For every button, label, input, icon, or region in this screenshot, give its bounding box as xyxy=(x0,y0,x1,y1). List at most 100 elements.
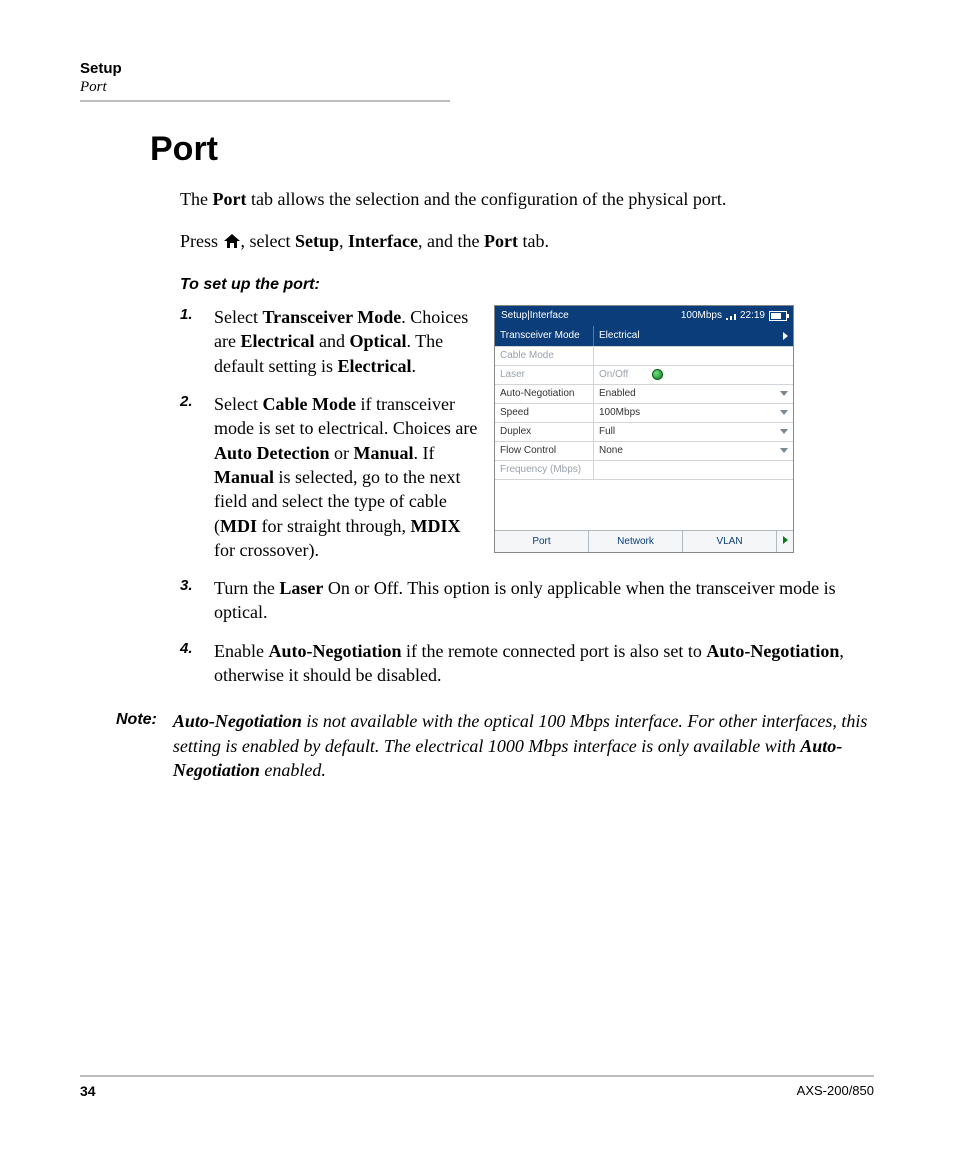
tab-vlan[interactable]: VLAN xyxy=(683,531,777,553)
spacer xyxy=(495,480,793,530)
status-area: 100Mbps 22:19 xyxy=(681,309,787,323)
text: for straight through, xyxy=(257,516,410,536)
row-frequency: Frequency (Mbps) xyxy=(495,461,793,480)
field-value xyxy=(593,461,793,479)
field-label: Transceiver Mode xyxy=(495,326,593,346)
row-speed[interactable]: Speed 100Mbps xyxy=(495,404,793,423)
text: . If xyxy=(414,443,435,463)
note-label: Note: xyxy=(116,709,157,782)
text: Select xyxy=(214,394,262,414)
manual-page: Setup Port Port The Port tab allows the … xyxy=(0,0,954,1159)
screenshot-body: Transceiver Mode Electrical Cable Mode L… xyxy=(495,326,793,553)
text: for crossover). xyxy=(214,540,319,560)
screenshot-tabs: Port Network VLAN xyxy=(495,530,793,553)
field-value xyxy=(593,347,793,365)
tab-port[interactable]: Port xyxy=(495,531,589,553)
text: and xyxy=(314,331,349,351)
note-block: Note: Auto-Negotiation is not available … xyxy=(116,709,874,782)
field-label: Laser xyxy=(495,366,593,384)
text: Enable xyxy=(214,641,268,661)
text: The xyxy=(180,189,212,209)
bold-port: Port xyxy=(212,189,246,209)
text: , xyxy=(339,231,348,251)
text: Turn the xyxy=(214,578,279,598)
chevron-down-icon xyxy=(780,410,788,415)
screenshot-breadcrumb: Setup|Interface xyxy=(501,309,569,323)
bold-port-tab: Port xyxy=(484,231,518,251)
chevron-right-icon xyxy=(783,332,788,340)
step-3: 3. Turn the Laser On or Off. This option… xyxy=(180,576,874,625)
field-label: Cable Mode xyxy=(495,347,593,365)
bold: Cable Mode xyxy=(262,394,356,414)
row-laser: Laser On/Off xyxy=(495,366,793,385)
chevron-down-icon xyxy=(780,429,788,434)
text: if the remote connected port is also set… xyxy=(401,641,706,661)
text: Press xyxy=(180,231,223,251)
text: . xyxy=(411,356,416,376)
bold: Auto-Negotiation xyxy=(173,711,302,731)
text: or xyxy=(329,443,353,463)
step-number: 1. xyxy=(180,305,214,325)
body-content: The Port tab allows the selection and th… xyxy=(180,187,874,687)
step-text: Turn the Laser On or Off. This option is… xyxy=(214,576,874,625)
step-number: 2. xyxy=(180,392,214,412)
home-icon xyxy=(223,231,241,255)
chapter-label: Setup xyxy=(80,60,874,77)
footer-line: 34 AXS-200/850 xyxy=(80,1083,874,1099)
navigation-instruction: Press , select Setup, Interface, and the… xyxy=(180,229,874,255)
field-value: None xyxy=(593,442,793,460)
text: , and the xyxy=(418,231,484,251)
steps-column: 1. Select Transceiver Mode. Choices are … xyxy=(180,305,480,576)
step-number: 4. xyxy=(180,639,214,659)
text: , select xyxy=(241,231,295,251)
step-text: Select Transceiver Mode. Choices are Ele… xyxy=(214,305,480,378)
step-4: 4. Enable Auto-Negotiation if the remote… xyxy=(180,639,874,688)
page-title: Port xyxy=(150,130,874,169)
bold: Manual xyxy=(214,467,274,487)
field-value: On/Off xyxy=(593,366,793,384)
field-label: Frequency (Mbps) xyxy=(495,461,593,479)
bold: Electrical xyxy=(337,356,411,376)
field-label: Auto-Negotiation xyxy=(495,385,593,403)
text: tab allows the selection and the configu… xyxy=(246,189,726,209)
step-2: 2. Select Cable Mode if transceiver mode… xyxy=(180,392,480,562)
field-value: Enabled xyxy=(593,385,793,403)
field-label: Speed xyxy=(495,404,593,422)
bold: Auto-Negotiation xyxy=(268,641,401,661)
intro-paragraph: The Port tab allows the selection and th… xyxy=(180,187,874,211)
bold: MDI xyxy=(220,516,257,536)
field-label: Duplex xyxy=(495,423,593,441)
page-header: Setup Port xyxy=(80,60,874,102)
section-label: Port xyxy=(80,79,874,96)
status-time: 22:19 xyxy=(740,309,765,323)
bold: Transceiver Mode xyxy=(262,307,401,327)
screenshot-titlebar: Setup|Interface 100Mbps 22:19 xyxy=(495,306,793,326)
page-footer: 34 AXS-200/850 xyxy=(80,1075,874,1099)
row-transceiver-mode[interactable]: Transceiver Mode Electrical xyxy=(495,326,793,347)
bold-setup: Setup xyxy=(295,231,339,251)
step-1: 1. Select Transceiver Mode. Choices are … xyxy=(180,305,480,378)
tab-network[interactable]: Network xyxy=(589,531,683,553)
text: Select xyxy=(214,307,262,327)
battery-icon xyxy=(769,311,787,321)
row-auto-negotiation[interactable]: Auto-Negotiation Enabled xyxy=(495,385,793,404)
field-label: Flow Control xyxy=(495,442,593,460)
steps-and-screenshot: 1. Select Transceiver Mode. Choices are … xyxy=(180,305,874,576)
bold: Laser xyxy=(279,578,323,598)
device-screenshot: Setup|Interface 100Mbps 22:19 Transceive… xyxy=(494,305,794,553)
bold: Auto Detection xyxy=(214,443,329,463)
product-model: AXS-200/850 xyxy=(797,1083,874,1099)
text: enabled. xyxy=(260,760,326,780)
bold: Optical xyxy=(349,331,406,351)
row-flow-control[interactable]: Flow Control None xyxy=(495,442,793,461)
chevron-down-icon xyxy=(780,391,788,396)
bold: Manual xyxy=(353,443,413,463)
text: tab. xyxy=(518,231,549,251)
step-text: Select Cable Mode if transceiver mode is… xyxy=(214,392,480,562)
tab-scroll-right[interactable] xyxy=(777,531,793,553)
bold: Electrical xyxy=(240,331,314,351)
field-value: 100Mbps xyxy=(593,404,793,422)
row-duplex[interactable]: Duplex Full xyxy=(495,423,793,442)
row-cable-mode: Cable Mode xyxy=(495,347,793,366)
bold-interface: Interface xyxy=(348,231,418,251)
